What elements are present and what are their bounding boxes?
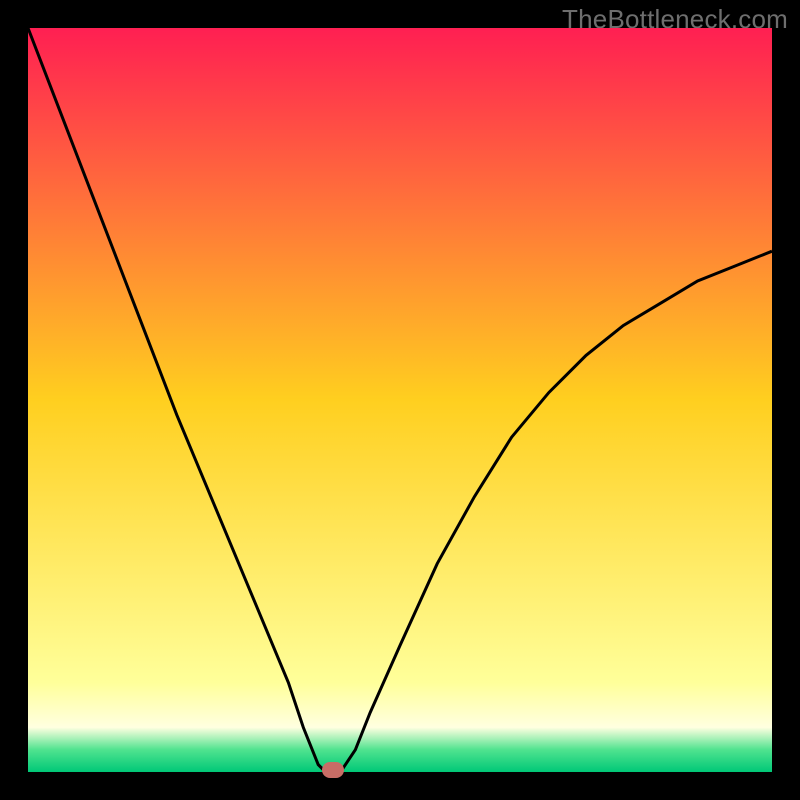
optimum-marker: [322, 762, 344, 778]
chart-frame: TheBottleneck.com: [0, 0, 800, 800]
gradient-rect: [28, 28, 772, 772]
chart-svg: [28, 28, 772, 772]
plot-area: [28, 28, 772, 772]
